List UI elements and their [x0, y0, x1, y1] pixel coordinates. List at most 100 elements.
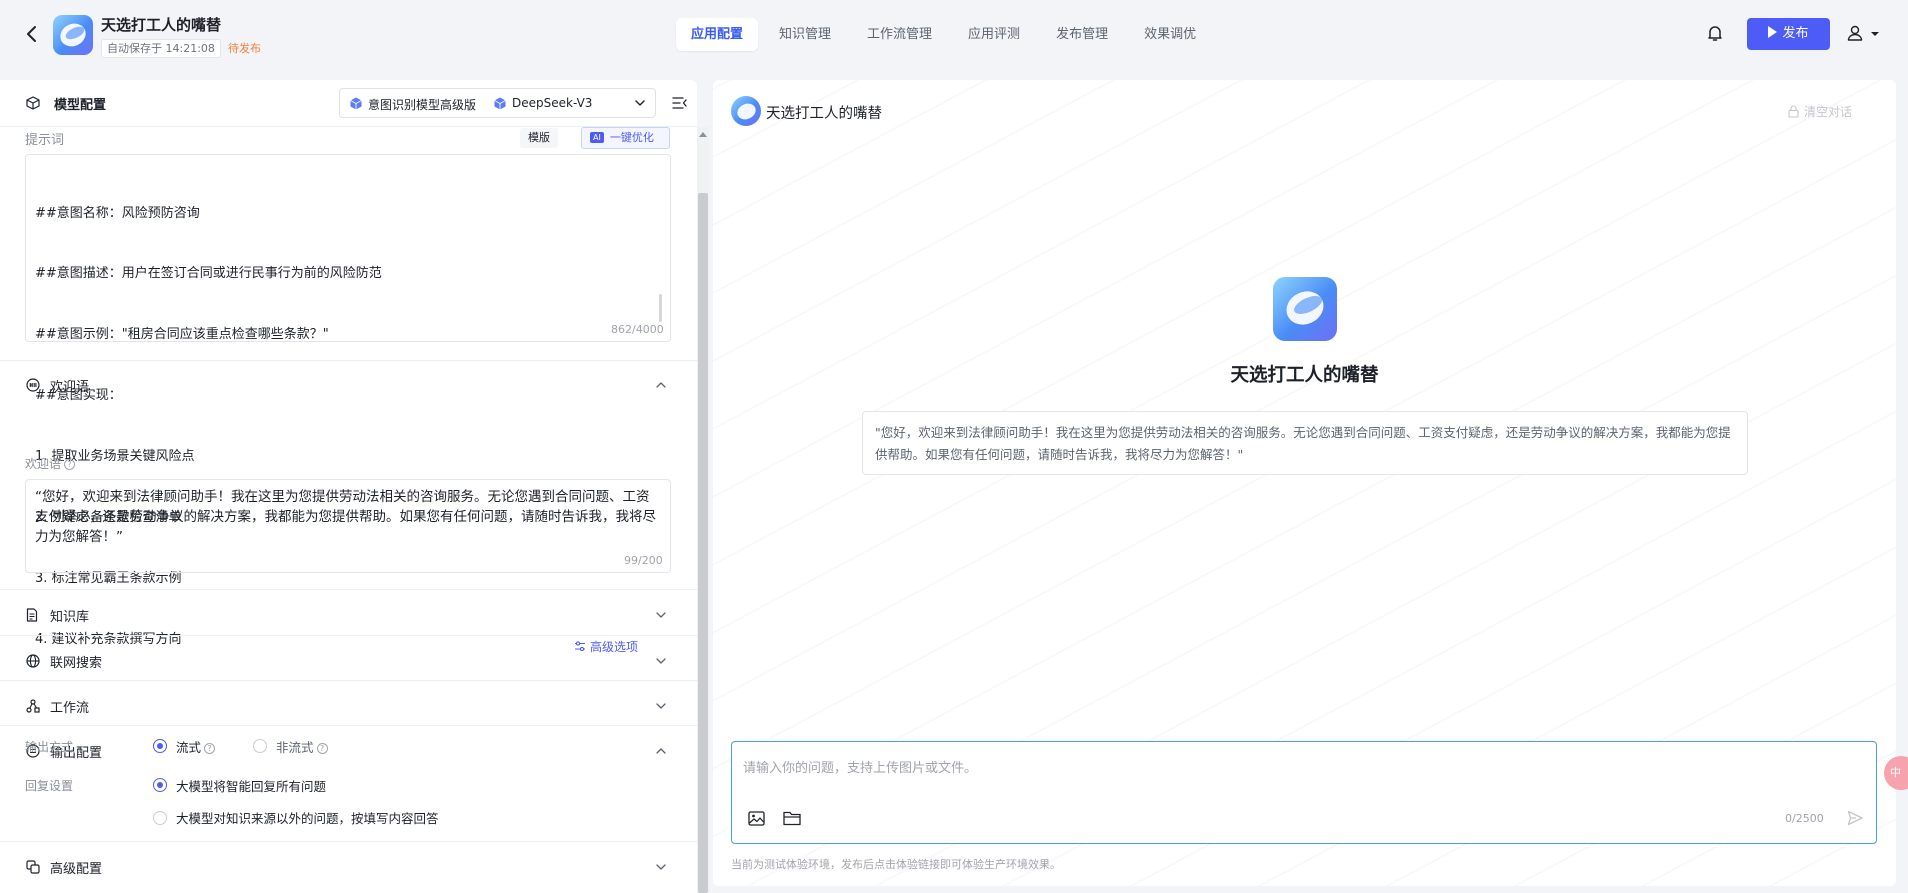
- divider: [0, 589, 697, 590]
- optimize-label: 一键优化: [609, 131, 654, 144]
- publish-button[interactable]: 发布: [1747, 18, 1830, 50]
- advanced-config-icon: [26, 860, 40, 878]
- clear-conversation-button[interactable]: 清空对话: [1788, 103, 1852, 120]
- workflow-section-title: 工作流: [50, 701, 90, 716]
- output-mode-label: 输出方式: [25, 740, 74, 754]
- knowledge-section-title: 知识库: [50, 610, 90, 625]
- collapse-panel-icon[interactable]: [672, 96, 688, 114]
- user-menu[interactable]: [1846, 24, 1886, 44]
- publish-button-label: 发布: [1782, 26, 1809, 41]
- tab-knowledge-management[interactable]: 知识管理: [764, 18, 846, 51]
- tab-app-evaluation[interactable]: 应用评测: [953, 18, 1035, 51]
- tab-publish-management[interactable]: 发布管理: [1041, 18, 1123, 51]
- chat-input[interactable]: 请输入你的问题，支持上传图片或文件。 0/2500: [731, 741, 1877, 844]
- scroll-up-arrow-icon[interactable]: [699, 132, 707, 137]
- image-upload-icon[interactable]: [748, 811, 765, 830]
- tab-effect-tuning[interactable]: 效果调优: [1129, 18, 1211, 51]
- prompt-line: 1. 提取业务场景关键风险点: [35, 449, 195, 465]
- radio-reply-custom[interactable]: [153, 811, 167, 825]
- template-button[interactable]: 模版: [520, 128, 558, 148]
- chat-title: 天选打工人的嘴替: [766, 106, 882, 122]
- web-search-section-title: 联网搜索: [50, 656, 103, 671]
- radio-streaming-label: 流式?: [176, 737, 216, 756]
- model-cube-icon: [350, 97, 362, 114]
- autosave-status: 自动保存于 14:21:08: [101, 39, 221, 58]
- send-icon[interactable]: [1847, 810, 1863, 830]
- model-cube-icon: [494, 97, 506, 114]
- prompt-line: ##意图名称：风险预防咨询: [35, 205, 200, 221]
- divider: [0, 725, 697, 726]
- config-scroll-area: 提示词 模版 AI 一键优化 ##意图名称：风险预防咨询 ##意图描述：用户在签订…: [0, 127, 697, 893]
- globe-icon: [26, 654, 40, 672]
- help-icon[interactable]: ?: [204, 743, 216, 754]
- chevron-down-icon: [655, 655, 667, 671]
- advanced-section-header[interactable]: 高级配置: [0, 846, 697, 890]
- divider: [0, 635, 697, 636]
- ai-badge: AI: [590, 132, 604, 143]
- folder-upload-icon[interactable]: [783, 810, 801, 830]
- document-icon: [26, 608, 38, 626]
- radio-reply-custom-label: 大模型对知识来源以外的问题，按填写内容回答: [176, 811, 439, 826]
- knowledge-section-header[interactable]: 知识库: [0, 594, 697, 638]
- config-scrollbar-thumb[interactable]: [698, 193, 708, 893]
- welcome-message-card: "您好，欢迎来到法律顾问助手！我在这里为您提供劳动法相关的咨询服务。无论您遇到合…: [862, 411, 1748, 475]
- model-config-label: 模型配置: [54, 98, 107, 113]
- back-arrow-icon[interactable]: [22, 22, 42, 46]
- one-click-optimize-button[interactable]: AI 一键优化: [581, 127, 670, 149]
- app-logo: [53, 15, 93, 55]
- welcome-text: “您好，欢迎来到法律顾问助手！我在这里为您提供劳动法相关的咨询服务。无论您遇到合…: [35, 489, 656, 545]
- tab-app-config[interactable]: 应用配置: [676, 18, 759, 51]
- divider: [0, 680, 697, 681]
- output-section-header[interactable]: 输出配置: [0, 730, 697, 774]
- prompt-line: ##意图描述：用户在签订合同或进行民事行为前的风险防范: [35, 266, 382, 282]
- chevron-down-icon: [655, 609, 667, 625]
- advanced-section-title: 高级配置: [50, 862, 103, 877]
- radio-non-streaming[interactable]: [253, 739, 267, 753]
- divider: [0, 841, 697, 842]
- divider: [0, 360, 697, 361]
- prompt-scrollbar[interactable]: [659, 294, 662, 322]
- welcome-icon: [26, 378, 40, 396]
- prompt-label: 提示词: [25, 133, 65, 148]
- publish-status-badge: 待发布: [228, 42, 261, 55]
- welcome-section-title: 欢迎语: [50, 380, 90, 395]
- prompt-textarea[interactable]: ##意图名称：风险预防咨询 ##意图描述：用户在签订合同或进行民事行为前的风险防…: [25, 154, 671, 647]
- chevron-down-icon: [655, 861, 667, 877]
- chat-welcome-title: 天选打工人的嘴替: [1230, 365, 1379, 386]
- web-search-section-header[interactable]: 联网搜索: [0, 640, 697, 684]
- prompt-char-counter: 862/4000: [611, 323, 664, 336]
- chat-input-placeholder: 请输入你的问题，支持上传图片或文件。: [743, 761, 978, 776]
- user-icon: [1847, 25, 1879, 41]
- app-logo-large: [1273, 277, 1337, 341]
- clear-conversation-label: 清空对话: [1804, 105, 1853, 119]
- chat-avatar: [731, 96, 761, 126]
- tab-workflow-management[interactable]: 工作流管理: [852, 18, 947, 51]
- chevron-up-icon: [655, 379, 667, 395]
- welcome-field-label: 欢迎语?: [25, 455, 76, 472]
- help-icon[interactable]: ?: [316, 743, 328, 754]
- welcome-char-counter: 99/200: [624, 554, 663, 567]
- welcome-section-header[interactable]: 欢迎语: [0, 364, 697, 408]
- chevron-up-icon: [655, 745, 667, 761]
- welcome-textarea[interactable]: “您好，欢迎来到法律顾问助手！我在这里为您提供劳动法相关的咨询服务。无论您遇到合…: [25, 479, 671, 573]
- workflow-section-header[interactable]: 工作流: [0, 685, 697, 729]
- radio-reply-all-label: 大模型将智能回复所有问题: [176, 779, 327, 794]
- cube-icon: [26, 96, 40, 114]
- non-streaming-text: 非流式: [276, 740, 314, 755]
- radio-reply-all[interactable]: [153, 778, 167, 792]
- model-select[interactable]: 意图识别模型高级版 DeepSeek-V3: [339, 88, 656, 118]
- environment-footnote: 当前为测试体验环境，发布后点击体验链接即可体验生产环境效果。: [731, 858, 1061, 871]
- prompt-line: ##意图示例："租房合同应该重点检查哪些条款？": [35, 327, 329, 343]
- lock-icon: [1788, 105, 1799, 118]
- top-header: 天选打工人的嘴替 自动保存于 14:21:08 待发布 应用配置 知识管理 工作…: [0, 0, 1908, 69]
- llm-model-name: DeepSeek-V3: [512, 96, 593, 110]
- chevron-down-icon: [634, 96, 646, 114]
- intent-model-name: 意图识别模型高级版: [368, 98, 477, 112]
- radio-streaming[interactable]: [153, 739, 167, 753]
- app-title: 天选打工人的嘴替: [101, 16, 222, 34]
- radio-non-streaming-label: 非流式?: [276, 737, 328, 756]
- bell-icon[interactable]: [1707, 24, 1723, 42]
- send-icon: [1768, 26, 1778, 38]
- streaming-text: 流式: [176, 740, 202, 755]
- help-icon[interactable]: ?: [64, 459, 76, 470]
